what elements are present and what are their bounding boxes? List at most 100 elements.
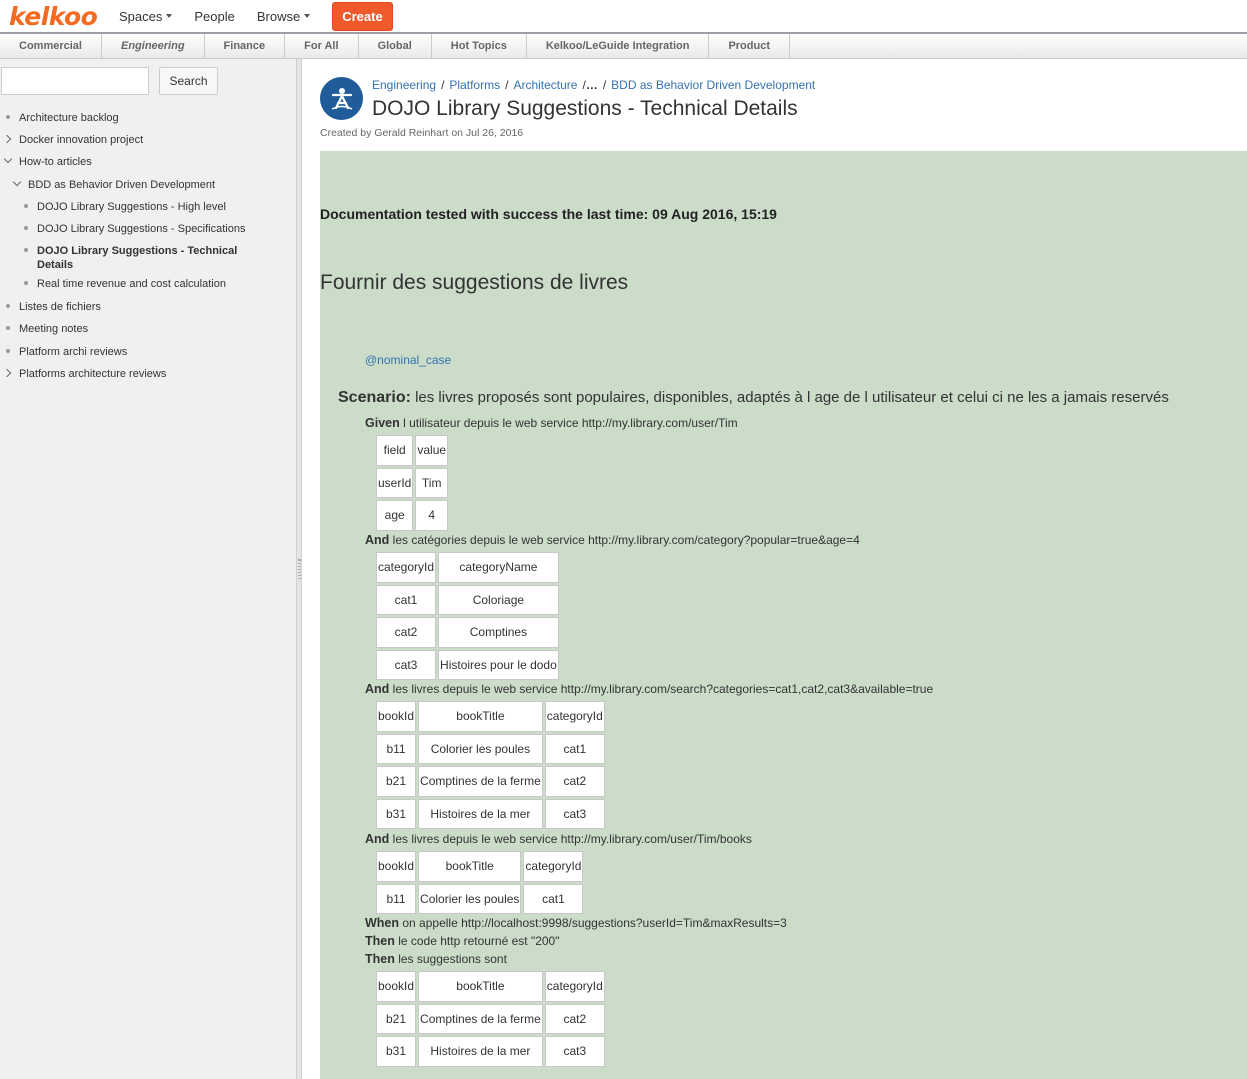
tree-item-label: Meeting notes xyxy=(19,323,89,335)
table-header-row: categoryId categoryName xyxy=(376,552,559,583)
tab-engineering[interactable]: Engineering xyxy=(102,34,205,58)
table-row: b21 Comptines de la ferme cat2 xyxy=(376,1003,605,1034)
scenario-line: Scenario: les livres proposés sont popul… xyxy=(338,389,1169,407)
tree-item[interactable]: Platform archi reviews xyxy=(6,345,279,359)
step-given: Given l utilisateur depuis le web servic… xyxy=(365,416,738,430)
table-cell: categoryId xyxy=(544,971,605,1002)
nav-browse[interactable]: Browse xyxy=(256,8,311,24)
main-content: Engineering / Platforms / Architecture/… / BDD… xyxy=(302,59,1247,1079)
tree-item[interactable]: DOJO Library Suggestions - Specification… xyxy=(24,222,259,236)
page-title: DOJO Library Suggestions - Technical Det… xyxy=(372,97,798,120)
tree-item[interactable]: DOJO Library Suggestions - High level xyxy=(24,200,259,214)
tree-item[interactable]: How-to articles xyxy=(3,154,279,169)
breadcrumb-bdd[interactable]: BDD as Behavior Driven Development xyxy=(611,78,815,92)
data-table: categoryId categoryName cat1 Coloriage cat2 C… xyxy=(374,550,561,682)
table-cell: bookId xyxy=(376,851,417,882)
scenario-tag[interactable]: @nominal_case xyxy=(365,353,451,367)
page-byline: Created by Gerald Reinhart on Jul 26, 20… xyxy=(320,127,524,139)
tab-global[interactable]: Global xyxy=(359,34,432,58)
create-button[interactable]: Create xyxy=(332,1,393,31)
breadcrumb-ellipsis[interactable]: … xyxy=(586,78,598,92)
table-header-row: bookId bookTitle categoryId xyxy=(376,971,605,1002)
step-when: When on appelle http://localhost:9998/su… xyxy=(365,916,787,930)
tree-item[interactable]: BDD as Behavior Driven Development xyxy=(12,177,288,192)
tab-hot-topics[interactable]: Hot Topics xyxy=(432,34,527,58)
breadcrumb-engineering[interactable]: Engineering xyxy=(372,78,436,92)
tab-product[interactable]: Product xyxy=(709,34,790,58)
tab-finance[interactable]: Finance xyxy=(205,34,286,58)
chevron-right-icon[interactable] xyxy=(2,368,12,378)
table-row: cat2 Comptines xyxy=(376,617,559,648)
bullet-icon xyxy=(6,304,10,308)
kelkoo-logo[interactable]: kelkoo xyxy=(9,2,109,31)
table-row: b21 Comptines de la ferme cat2 xyxy=(376,766,605,797)
tab-kelkoo-leguide[interactable]: Kelkoo/LeGuide Integration xyxy=(527,34,710,58)
chevron-right-icon[interactable] xyxy=(2,134,12,144)
step-text: l utilisateur depuis le web service http… xyxy=(403,416,738,430)
tree-item[interactable]: Listes de fichiers xyxy=(6,300,279,314)
space-logo-icon xyxy=(331,87,352,110)
nav-spaces-label: Spaces xyxy=(119,8,163,24)
table-cell: Histoires de la mer xyxy=(418,1036,543,1067)
tree-item[interactable]: Meeting notes xyxy=(6,322,279,336)
bullet-icon xyxy=(6,115,10,119)
tree-item-label: Listes de fichiers xyxy=(19,301,101,313)
tree-item[interactable]: DOJO Library Suggestions - Technical Det… xyxy=(24,244,259,272)
chevron-down-icon[interactable] xyxy=(12,177,22,187)
table-cell: categoryId xyxy=(376,552,437,583)
nav-spaces[interactable]: Spaces xyxy=(119,8,173,24)
splitter-grip-icon[interactable] xyxy=(298,559,301,579)
tree-item[interactable]: Platforms architecture reviews xyxy=(2,367,279,381)
scenario-keyword: Scenario: xyxy=(338,389,411,406)
step-text: les catégories depuis le web service htt… xyxy=(392,533,860,547)
table-cell: cat1 xyxy=(523,883,584,914)
tree-item-label: Docker innovation project xyxy=(19,134,144,146)
table-row: b31 Histoires de la mer cat3 xyxy=(376,1036,605,1067)
table-cell: Colorier les poules xyxy=(418,883,522,914)
tab-for-all[interactable]: For All xyxy=(285,34,359,58)
nav-people[interactable]: People xyxy=(194,9,234,24)
step-text: les livres depuis le web service http://… xyxy=(392,682,934,696)
table-cell: cat2 xyxy=(544,1003,605,1034)
table-cell: cat2 xyxy=(376,617,437,648)
table-row: b11 Colorier les poules cat1 xyxy=(376,733,605,764)
breadcrumb-platforms[interactable]: Platforms xyxy=(449,78,500,92)
table-row: b11 Colorier les poules cat1 xyxy=(376,883,584,914)
bullet-icon xyxy=(24,281,28,285)
bullet-icon xyxy=(6,326,10,330)
tab-commercial[interactable]: Commercial xyxy=(0,34,102,58)
tree-item-label: BDD as Behavior Driven Development xyxy=(28,179,216,191)
table-cell: cat1 xyxy=(376,584,437,615)
table-cell: cat3 xyxy=(544,1036,605,1067)
tree-item[interactable]: Docker innovation project xyxy=(2,133,279,147)
nav-browse-label: Browse xyxy=(256,8,301,24)
tree-item[interactable]: Real time revenue and cost calculation xyxy=(24,277,259,291)
tree-item[interactable]: Architecture backlog xyxy=(6,111,279,125)
table-cell: age xyxy=(376,500,414,531)
tree-item-label: Platforms architecture reviews xyxy=(19,368,167,380)
step-keyword: Then xyxy=(365,952,395,966)
table-cell: bookTitle xyxy=(418,851,522,882)
scenario-text: les livres proposés sont populaires, dis… xyxy=(415,389,1169,406)
step-keyword: When xyxy=(365,916,400,930)
breadcrumb-architecture[interactable]: Architecture xyxy=(513,78,577,92)
search-button[interactable]: Search xyxy=(159,67,218,95)
table-cell: Colorier les poules xyxy=(418,733,543,764)
space-avatar[interactable] xyxy=(320,77,363,120)
step-then: Then le code http retourné est "200" xyxy=(365,934,560,948)
table-cell: b31 xyxy=(376,1036,417,1067)
bullet-icon xyxy=(24,248,28,252)
table-cell: Tim xyxy=(415,467,449,498)
space-tabs: Commercial Engineering Finance For All G… xyxy=(0,34,1247,59)
step-keyword: And xyxy=(365,682,390,696)
table-cell: userId xyxy=(376,467,414,498)
table-row: cat1 Coloriage xyxy=(376,584,559,615)
chevron-down-icon xyxy=(166,14,173,18)
step-keyword: Then xyxy=(365,934,395,948)
data-table: bookId bookTitle categoryId b11 Colorier les… xyxy=(374,699,607,831)
table-cell: Histoires pour le dodo xyxy=(438,649,559,680)
table-cell: cat3 xyxy=(544,798,605,829)
table-cell: b11 xyxy=(376,733,417,764)
chevron-down-icon[interactable] xyxy=(3,154,13,164)
search-input[interactable] xyxy=(1,67,149,95)
